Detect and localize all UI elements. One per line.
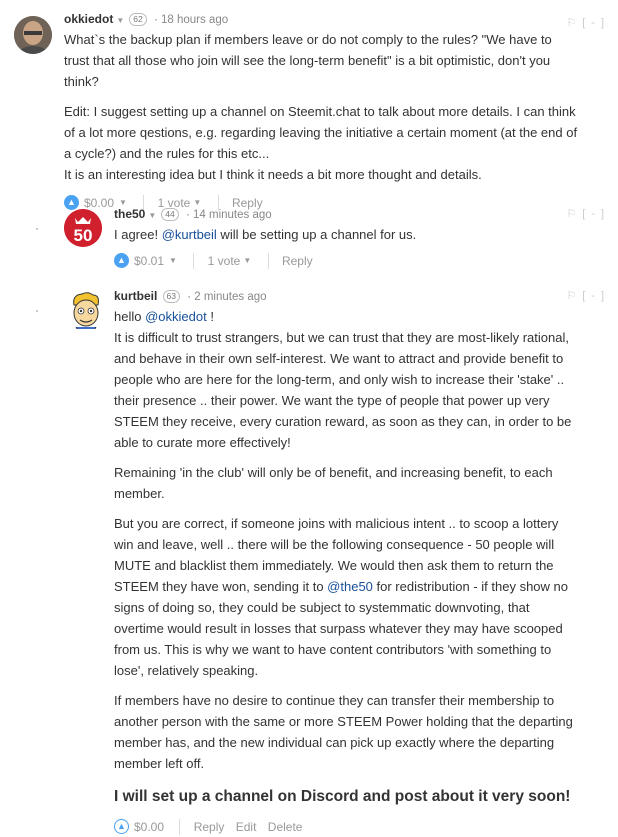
mention-link[interactable]: @kurtbeil [162,227,217,242]
comment-body: hello @okkiedot ! It is difficult to tru… [114,306,578,807]
comment-actions: ⚐[-] [566,289,610,302]
comment-header: okkiedot ▼ 62 · 18 hours ago [64,12,229,26]
comment-paragraph: But you are correct, if someone joins wi… [114,516,568,678]
comment-body: I agree! @kurtbeil will be setting up a … [114,224,578,245]
reply-link[interactable]: Reply [194,820,225,834]
reputation-badge: 63 [162,290,181,303]
author-name[interactable]: the50 [114,207,145,221]
mention-link[interactable]: @the50 [327,579,373,594]
comment-actions: ⚐[-] [566,207,610,220]
comment-paragraph: Edit: I suggest setting up a channel on … [64,104,578,182]
timestamp[interactable]: 2 minutes ago [194,291,266,303]
timestamp[interactable]: 18 hours ago [161,14,228,26]
chevron-down-icon[interactable]: ▼ [243,256,251,265]
comment-actions: ⚐[-] [566,16,610,29]
avatar-the50[interactable]: 50 [64,209,102,247]
avatar-okkiedot[interactable] [14,16,52,54]
chevron-down-icon[interactable]: ▼ [169,256,177,265]
payout-value[interactable]: $0.00 [84,196,114,210]
reply-link[interactable]: Reply [282,254,313,268]
flag-icon[interactable]: ⚐ [566,17,582,29]
comment-paragraph: What`s the backup plan if members leave … [64,32,552,89]
timestamp[interactable]: 14 minutes ago [193,209,272,221]
comment-paragraph: Remaining 'in the club' will only be of … [114,465,553,501]
mention-link[interactable]: @okkiedot [145,309,207,324]
flag-icon[interactable]: ⚐ [566,208,582,220]
reputation-badge: 44 [161,208,179,221]
chevron-down-icon[interactable]: ▼ [148,211,156,220]
avatar-kurtbeil[interactable] [66,291,104,329]
comment-paragraph: hello @okkiedot ! [114,309,214,324]
vote-count[interactable]: 1 vote [208,254,241,268]
comment-header: kurtbeil 63 · 2 minutes ago [114,289,267,303]
comment-body: What`s the backup plan if members leave … [64,29,578,185]
edit-link[interactable]: Edit [236,820,257,834]
flag-icon[interactable]: ⚐ [566,290,582,302]
reputation-badge: 62 [129,13,147,26]
collapse-button[interactable]: [-] [582,290,610,302]
comment-paragraph: If members have no desire to continue th… [114,693,573,771]
upvote-icon[interactable]: ▲ [114,253,129,269]
comment-heading: I will set up a channel on Discord and p… [114,788,571,805]
comment-footer: ▲ $0.00 Reply Edit Delete [114,816,578,836]
collapse-button[interactable]: [-] [582,208,610,220]
payout-value[interactable]: $0.01 [134,254,164,268]
chevron-down-icon[interactable]: ▼ [116,16,124,25]
svg-text:50: 50 [74,226,93,245]
payout-value[interactable]: $0.00 [134,820,164,834]
upvote-icon[interactable]: ▲ [64,195,79,211]
comment-paragraph: It is difficult to trust strangers, but … [114,330,572,450]
collapse-button[interactable]: [-] [582,17,610,29]
delete-link[interactable]: Delete [268,820,303,834]
upvote-icon[interactable]: ▲ [114,819,129,835]
author-name[interactable]: kurtbeil [114,289,157,303]
comment-paragraph: I agree! @kurtbeil will be setting up a … [114,227,417,242]
comment-header: the50 ▼ 44 · 14 minutes ago [114,207,272,221]
author-name[interactable]: okkiedot [64,12,113,26]
comment-footer: ▲ $0.01 ▼ 1 vote ▼ Reply [114,250,578,270]
